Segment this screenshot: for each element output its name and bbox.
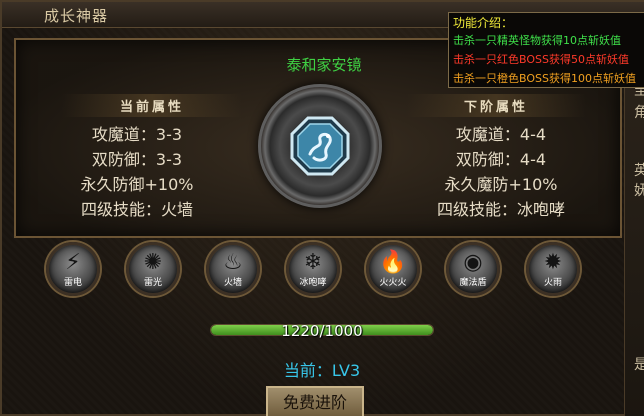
- tooltip-title: 功能介绍：: [453, 16, 514, 30]
- next-attr-line: 双防御：4-4: [455, 150, 547, 169]
- tooltip-line: 击杀一只精英怪物获得10点斩妖值: [453, 34, 621, 47]
- current-attrs-header: 当前属性: [62, 94, 242, 117]
- feature-tooltip: 功能介绍： 击杀一只精英怪物获得10点斩妖值 击杀一只红色BOSS获得50点斩妖…: [448, 12, 644, 88]
- next-attr-line: 四级技能：冰咆哮: [436, 200, 565, 219]
- current-level: 当前：LV3: [283, 361, 361, 380]
- window-title: 成长神器: [44, 7, 109, 25]
- side-char: 妩: [634, 183, 644, 199]
- current-attr-line: 攻魔道：3-3: [91, 125, 183, 144]
- skill-label: 火火火: [379, 278, 407, 288]
- current-attr-line: 双防御：3-3: [91, 150, 183, 169]
- skill-label: 魔法盾: [459, 278, 487, 288]
- skill-magic-shield[interactable]: ◉ 魔法盾: [446, 242, 500, 296]
- current-attr-line: 永久防御+10%: [80, 175, 194, 194]
- tooltip-line: 击杀一只红色BOSS获得50点斩妖值: [453, 53, 629, 66]
- skill-thunder-burst[interactable]: ✺ 雷光: [126, 242, 180, 296]
- snowflake-icon: ❄: [303, 250, 323, 275]
- thunder-burst-icon: ✺: [143, 250, 163, 275]
- skills-row: ⚡ 雷电 ✺ 雷光 ♨ 火墙 ❄ 冰咆哮 🔥 火火火 ◉ 魔法盾 ✹ 火雨: [46, 242, 606, 302]
- skill-label: 雷电: [63, 278, 82, 288]
- skill-label: 火雨: [543, 278, 562, 288]
- skill-label: 火墙: [223, 278, 242, 288]
- skill-label: 雷光: [143, 278, 162, 288]
- skill-fire-wall[interactable]: ♨ 火墙: [206, 242, 260, 296]
- fire-rain-icon: ✹: [543, 250, 563, 275]
- side-char: 英: [634, 163, 644, 179]
- next-attr-line: 攻魔道：4-4: [455, 125, 547, 144]
- lightning-icon: ⚡: [65, 250, 81, 275]
- next-attrs-list: 攻魔道：4-4 双防御：4-4 永久魔防+10% 四级技能：冰咆哮: [406, 122, 596, 222]
- skill-fire-rain[interactable]: ✹ 火雨: [526, 242, 580, 296]
- next-attr-line: 永久魔防+10%: [444, 175, 558, 194]
- side-char: 角: [634, 105, 644, 121]
- current-attrs-list: 攻魔道：3-3 双防御：3-3 永久防御+10% 四级技能：火墙: [42, 122, 232, 222]
- next-attrs-header: 下阶属性: [406, 94, 586, 117]
- skill-flame[interactable]: 🔥 火火火: [366, 242, 420, 296]
- free-advance-button[interactable]: 免费进阶: [266, 386, 364, 416]
- skill-lightning[interactable]: ⚡ 雷电: [46, 242, 100, 296]
- flame-icon: 🔥: [379, 250, 407, 275]
- growth-artifact-window: 成长神器 泰和家安镜 当前属性 下阶属性 攻魔道：3-3 双防御：3-3 永久防…: [0, 0, 644, 416]
- tooltip-line: 击杀一只橙色BOSS获得100点斩妖值: [453, 72, 636, 85]
- current-attr-line: 四级技能：火墙: [80, 200, 193, 219]
- shield-ring-icon: ◉: [463, 250, 483, 275]
- dragon-emblem-icon[interactable]: [288, 114, 352, 178]
- skill-ice-roar[interactable]: ❄ 冰咆哮: [286, 242, 340, 296]
- fire-wall-icon: ♨: [223, 250, 243, 275]
- side-char: 是: [634, 357, 644, 373]
- progress-text: 1220/1000: [281, 322, 363, 340]
- skill-label: 冰咆哮: [299, 278, 327, 288]
